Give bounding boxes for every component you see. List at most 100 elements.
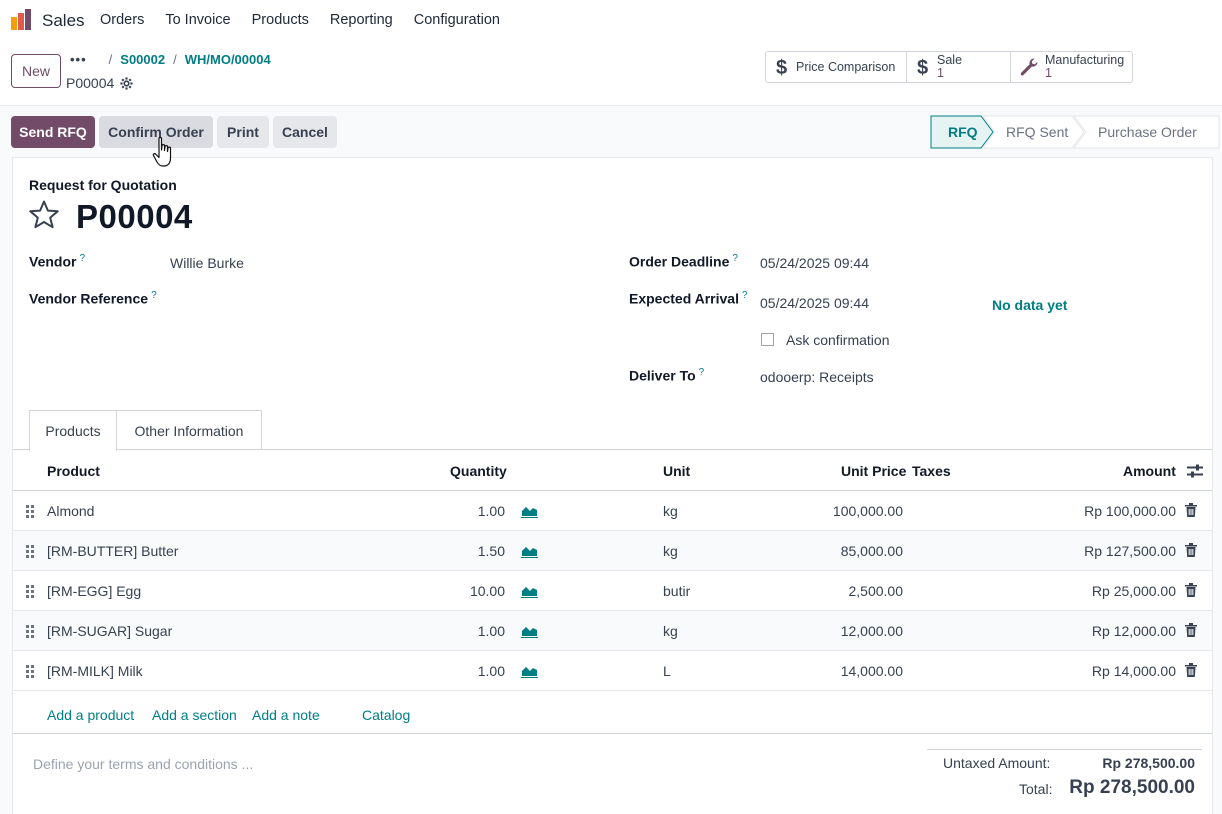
stage-rfq[interactable]: RFQ bbox=[948, 116, 978, 148]
app-name[interactable]: Sales bbox=[42, 11, 85, 31]
document-title: P00004 bbox=[76, 198, 193, 235]
trash-icon[interactable] bbox=[1185, 543, 1197, 557]
help-icon[interactable]: ? bbox=[732, 253, 738, 264]
smart-button-label: Manufacturing 1 bbox=[1045, 54, 1124, 80]
menu-reporting[interactable]: Reporting bbox=[330, 12, 393, 28]
menu-orders[interactable]: Orders bbox=[100, 12, 144, 28]
smart-button-manufacturing[interactable]: Manufacturing 1 bbox=[1010, 51, 1133, 83]
stage-purchase-order[interactable]: Purchase Order bbox=[1098, 116, 1197, 148]
forecast-chart-icon[interactable] bbox=[521, 664, 538, 678]
send-rfq-button[interactable]: Send RFQ bbox=[11, 116, 95, 148]
help-icon[interactable]: ? bbox=[742, 290, 748, 301]
vendor-label: Vendor? bbox=[29, 253, 86, 270]
forecast-chart-icon[interactable] bbox=[521, 624, 538, 638]
drag-handle-icon[interactable] bbox=[25, 544, 35, 558]
table-row[interactable]: Almond 1.00 kg 100,000.00 Rp 100,000.00 bbox=[13, 491, 1212, 531]
vendor-field[interactable]: Willie Burke bbox=[170, 255, 244, 271]
form-sheet: Request for Quotation P00004 Vendor? Wil… bbox=[12, 157, 1213, 814]
trash-icon[interactable] bbox=[1185, 623, 1197, 637]
menu-products[interactable]: Products bbox=[252, 12, 309, 28]
ask-confirmation-label[interactable]: Ask confirmation bbox=[786, 332, 889, 348]
help-icon[interactable]: ? bbox=[79, 253, 85, 264]
cell-quantity[interactable]: 1.50 bbox=[478, 543, 505, 559]
column-unit[interactable]: Unit bbox=[663, 463, 690, 479]
catalog-link[interactable]: Catalog bbox=[362, 707, 410, 723]
cell-unit-price[interactable]: 100,000.00 bbox=[833, 503, 903, 519]
expected-arrival-field[interactable]: 05/24/2025 09:44 bbox=[760, 295, 869, 311]
column-unit-price[interactable]: Unit Price bbox=[841, 463, 906, 479]
forecast-chart-icon[interactable] bbox=[521, 584, 538, 598]
cell-unit-price[interactable]: 85,000.00 bbox=[841, 543, 903, 559]
breadcrumb-more[interactable]: ••• bbox=[70, 52, 87, 67]
trash-icon[interactable] bbox=[1185, 583, 1197, 597]
cell-product[interactable]: [RM-BUTTER] Butter bbox=[47, 543, 178, 559]
trash-icon[interactable] bbox=[1185, 503, 1197, 517]
cell-unit-price[interactable]: 12,000.00 bbox=[841, 623, 903, 639]
deliver-to-field[interactable]: odooerp: Receipts bbox=[760, 369, 874, 385]
stage-rfq-sent[interactable]: RFQ Sent bbox=[1006, 116, 1068, 148]
cell-unit[interactable]: kg bbox=[663, 623, 678, 639]
help-icon[interactable]: ? bbox=[699, 367, 705, 378]
breadcrumb-sale-order[interactable]: S00002 bbox=[120, 52, 165, 67]
breadcrumb-manufacturing-order[interactable]: WH/MO/00004 bbox=[185, 52, 271, 67]
gear-icon[interactable] bbox=[120, 76, 133, 90]
trash-icon[interactable] bbox=[1185, 663, 1197, 677]
table-row[interactable]: [RM-MILK] Milk 1.00 L 14,000.00 Rp 14,00… bbox=[13, 651, 1212, 691]
drag-handle-icon[interactable] bbox=[25, 504, 35, 518]
cell-amount: Rp 127,500.00 bbox=[1084, 543, 1176, 559]
cell-product[interactable]: Almond bbox=[47, 503, 94, 519]
table-row[interactable]: [RM-SUGAR] Sugar 1.00 kg 12,000.00 Rp 12… bbox=[13, 611, 1212, 651]
menu-to-invoice[interactable]: To Invoice bbox=[165, 12, 230, 28]
cell-quantity[interactable]: 1.00 bbox=[478, 623, 505, 639]
tab-other-information[interactable]: Other Information bbox=[117, 410, 262, 450]
terms-and-conditions-field[interactable]: Define your terms and conditions ... bbox=[33, 756, 253, 772]
column-product[interactable]: Product bbox=[47, 463, 100, 479]
menu-configuration[interactable]: Configuration bbox=[414, 12, 500, 28]
help-icon[interactable]: ? bbox=[151, 290, 157, 301]
main-menu: Orders To Invoice Products Reporting Con… bbox=[100, 12, 521, 28]
column-quantity[interactable]: Quantity bbox=[450, 463, 507, 479]
forecast-chart-icon[interactable] bbox=[521, 504, 538, 518]
cell-unit[interactable]: kg bbox=[663, 503, 678, 519]
cell-product[interactable]: [RM-MILK] Milk bbox=[47, 663, 143, 679]
sales-app-icon[interactable] bbox=[10, 9, 32, 31]
cell-quantity[interactable]: 1.00 bbox=[478, 503, 505, 519]
drag-handle-icon[interactable] bbox=[25, 584, 35, 598]
vendor-reference-label: Vendor Reference? bbox=[29, 290, 157, 307]
add-section-link[interactable]: Add a section bbox=[152, 707, 237, 723]
svg-text:$: $ bbox=[776, 57, 787, 77]
cell-unit[interactable]: L bbox=[663, 663, 671, 679]
deliver-to-label: Deliver To? bbox=[629, 367, 705, 384]
print-button[interactable]: Print bbox=[217, 116, 269, 148]
cell-amount: Rp 100,000.00 bbox=[1084, 503, 1176, 519]
smart-button-sale[interactable]: $ Sale 1 bbox=[906, 51, 1011, 83]
optional-columns-icon[interactable] bbox=[1187, 464, 1203, 478]
forecast-chart-icon[interactable] bbox=[521, 544, 538, 558]
cell-unit-price[interactable]: 14,000.00 bbox=[841, 663, 903, 679]
column-amount[interactable]: Amount bbox=[1123, 463, 1176, 479]
smart-button-price-comparison[interactable]: $ Price Comparison bbox=[765, 51, 907, 83]
cell-quantity[interactable]: 1.00 bbox=[478, 663, 505, 679]
cell-unit[interactable]: butir bbox=[663, 583, 690, 599]
smart-button-title: Manufacturing bbox=[1045, 53, 1125, 67]
cell-product[interactable]: [RM-SUGAR] Sugar bbox=[47, 623, 172, 639]
add-note-link[interactable]: Add a note bbox=[252, 707, 320, 723]
table-row[interactable]: [RM-EGG] Egg 10.00 butir 2,500.00 Rp 25,… bbox=[13, 571, 1212, 611]
drag-handle-icon[interactable] bbox=[25, 664, 35, 678]
cancel-button[interactable]: Cancel bbox=[273, 116, 337, 148]
cell-quantity[interactable]: 10.00 bbox=[470, 583, 505, 599]
cell-product[interactable]: [RM-EGG] Egg bbox=[47, 583, 141, 599]
column-taxes[interactable]: Taxes bbox=[912, 463, 951, 479]
cell-unit-price[interactable]: 2,500.00 bbox=[849, 583, 904, 599]
drag-handle-icon[interactable] bbox=[25, 624, 35, 638]
ask-confirmation-checkbox[interactable] bbox=[761, 333, 774, 346]
new-button[interactable]: New bbox=[11, 54, 61, 88]
tab-products[interactable]: Products bbox=[29, 410, 117, 451]
order-deadline-field[interactable]: 05/24/2025 09:44 bbox=[760, 255, 869, 271]
table-row[interactable]: [RM-BUTTER] Butter 1.50 kg 85,000.00 Rp … bbox=[13, 531, 1212, 571]
star-icon[interactable] bbox=[28, 199, 60, 231]
wrench-icon bbox=[1019, 57, 1039, 77]
smart-button-title: Sale bbox=[937, 53, 963, 67]
cell-unit[interactable]: kg bbox=[663, 543, 678, 559]
add-product-link[interactable]: Add a product bbox=[47, 707, 134, 723]
